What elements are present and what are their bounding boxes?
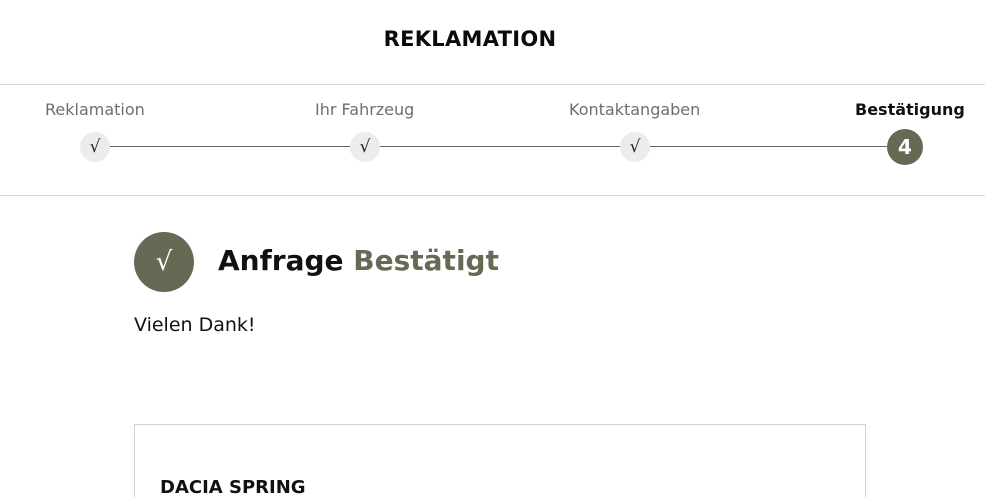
page-title: REKLAMATION <box>383 27 557 51</box>
check-icon: √ <box>134 232 194 292</box>
step-connector <box>110 146 350 147</box>
progress-stepper: Reklamation Ihr Fahrzeug Kontaktangaben … <box>0 85 985 196</box>
step-connector <box>650 146 887 147</box>
step-label-bestaetigung: Bestätigung <box>855 100 965 119</box>
confirmation-heading-accent: Bestätigt <box>353 244 499 277</box>
vehicle-name: DACIA SPRING <box>160 477 306 497</box>
vehicle-summary-card: DACIA SPRING <box>134 424 866 497</box>
step-1-check-icon[interactable]: √ <box>80 132 110 162</box>
step-label-ihr-fahrzeug: Ihr Fahrzeug <box>315 100 415 119</box>
step-2-check-icon[interactable]: √ <box>350 132 380 162</box>
step-label-kontaktangaben: Kontaktangaben <box>569 100 701 119</box>
confirmation-heading: Anfrage Bestätigt <box>218 244 499 277</box>
confirmation-heading-main: Anfrage <box>218 244 344 277</box>
step-label-reklamation: Reklamation <box>45 100 145 119</box>
page-header: REKLAMATION <box>0 0 985 85</box>
page: REKLAMATION Reklamation Ihr Fahrzeug Kon… <box>0 0 985 497</box>
step-3-check-icon[interactable]: √ <box>620 132 650 162</box>
step-4-current-marker: 4 <box>887 129 923 165</box>
thank-you-message: Vielen Dank! <box>134 314 256 336</box>
step-connector <box>380 146 620 147</box>
